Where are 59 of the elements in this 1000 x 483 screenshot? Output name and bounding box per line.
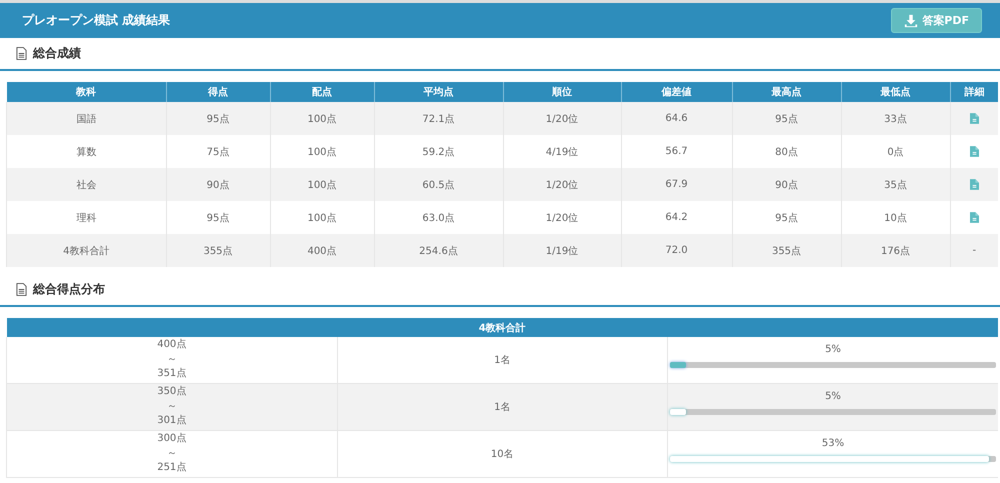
- table-cell: 176点: [841, 234, 950, 267]
- table-cell: 10名: [337, 430, 668, 478]
- table-cell: 67.9: [621, 168, 732, 201]
- range-from: 300点: [156, 432, 188, 446]
- document-icon: [16, 47, 27, 60]
- range-from: 350点: [156, 385, 188, 400]
- table-cell: 95点: [166, 102, 270, 135]
- table-cell: 254.6点: [374, 234, 503, 267]
- table-cell: 35点: [841, 168, 950, 201]
- section-heading: 総合成績: [33, 45, 81, 62]
- table-cell: 72.1点: [374, 102, 503, 135]
- page-title: プレオープン模試 成績結果: [22, 12, 170, 29]
- table-cell: 355点: [166, 234, 270, 267]
- table-cell: 64.6: [621, 102, 732, 135]
- column-header: 最低点: [841, 82, 950, 102]
- range-from: 400点: [156, 338, 188, 352]
- column-header: 配点: [270, 82, 374, 102]
- column-header: 平均点: [374, 82, 503, 102]
- range-to: 351点: [156, 367, 188, 382]
- table-cell: 1/20位: [503, 102, 621, 135]
- table-cell: 社会: [6, 168, 166, 201]
- table-cell: 90点: [166, 168, 270, 201]
- table-cell: -: [950, 234, 998, 267]
- table-cell: 400点: [270, 234, 374, 267]
- download-icon: [904, 14, 918, 28]
- document-icon: [16, 282, 27, 296]
- document-icon[interactable]: [970, 212, 979, 223]
- table-cell: 100点: [270, 168, 374, 201]
- answer-pdf-button[interactable]: 答案PDF: [891, 8, 982, 33]
- column-header: 教科: [6, 82, 166, 102]
- table-cell: 60.5点: [374, 168, 503, 201]
- column-header: 偏差値: [621, 82, 732, 102]
- table-cell: 国語: [6, 102, 166, 135]
- table-cell: 90点: [732, 168, 841, 201]
- column-header: 詳細: [950, 82, 998, 102]
- column-header: 4教科合計: [6, 318, 998, 337]
- percent-label: 53%: [820, 437, 846, 451]
- range-separator: ～: [166, 400, 178, 414]
- document-icon[interactable]: [970, 146, 979, 157]
- percent-label: 5%: [824, 390, 842, 404]
- table-cell: 72.0: [621, 234, 732, 267]
- document-icon[interactable]: [970, 112, 979, 124]
- table-cell: 4教科合計: [6, 234, 166, 267]
- percent-label: 5%: [824, 343, 842, 357]
- column-header: 得点: [166, 82, 270, 102]
- table-cell: 1/20位: [503, 168, 621, 201]
- column-header: 順位: [503, 82, 621, 102]
- table-cell: 95点: [732, 102, 841, 135]
- range-to: 301点: [156, 414, 188, 428]
- table-cell: 1/19位: [503, 234, 621, 267]
- range-separator: ～: [166, 352, 178, 367]
- table-cell: 355点: [732, 234, 841, 267]
- range-separator: ～: [166, 446, 178, 461]
- table-cell: 33点: [841, 102, 950, 135]
- table-cell: 100点: [270, 102, 374, 135]
- range-to: 251点: [156, 461, 188, 476]
- column-header: 最高点: [732, 82, 841, 102]
- document-icon[interactable]: [970, 178, 979, 190]
- section-heading: 総合得点分布: [33, 280, 105, 298]
